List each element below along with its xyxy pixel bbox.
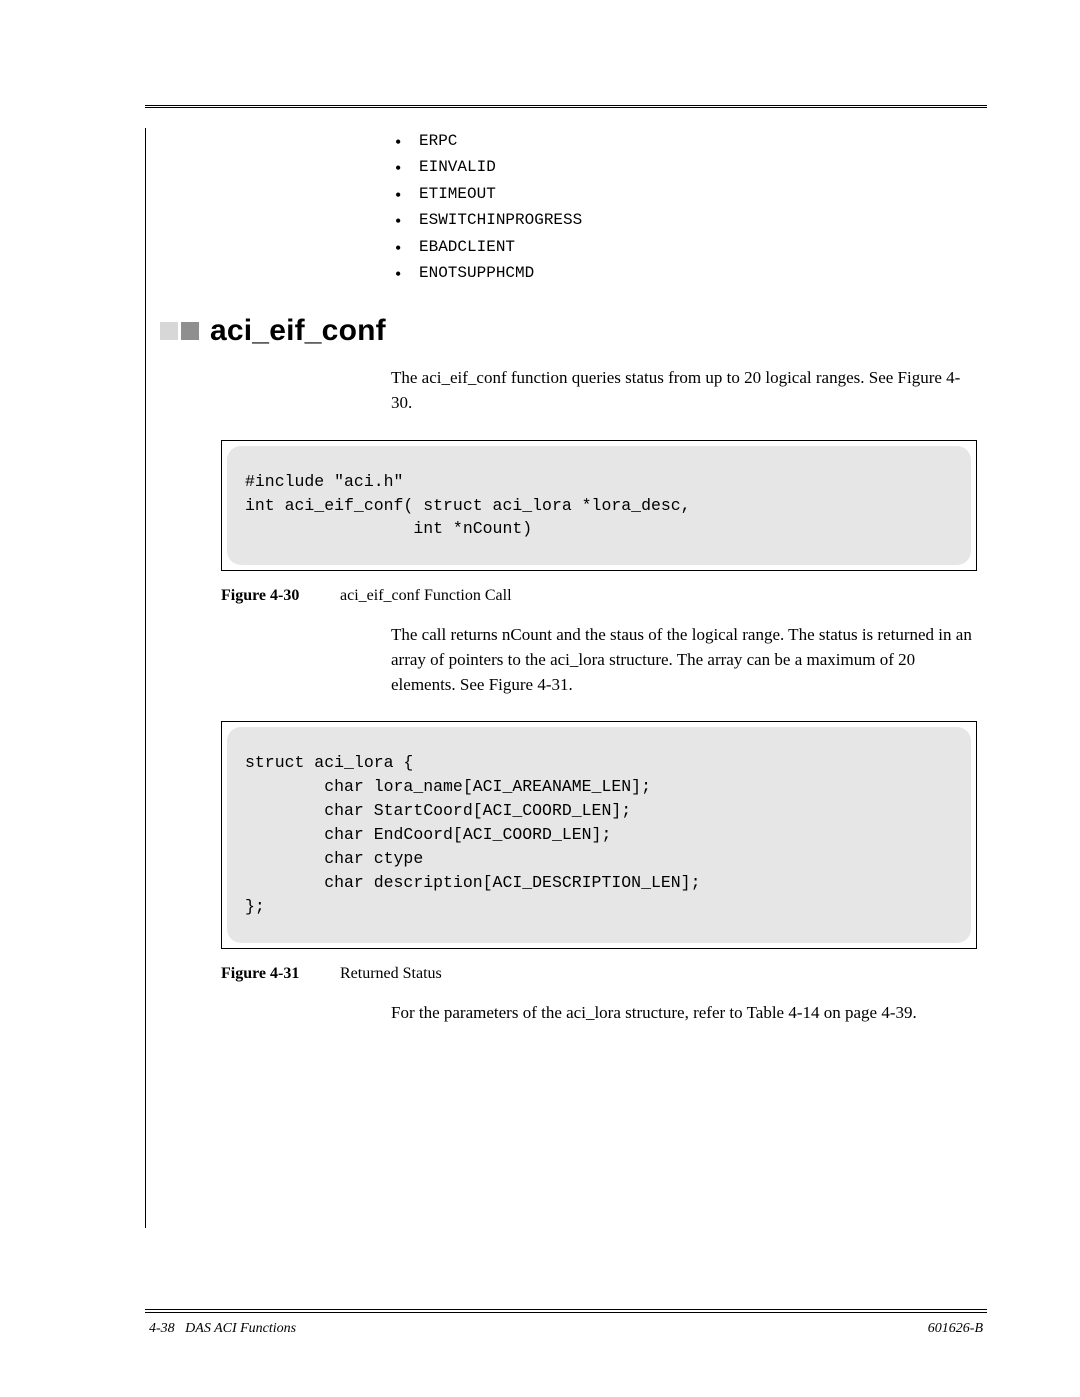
list-item: ERPC bbox=[391, 128, 977, 154]
top-rule bbox=[145, 105, 987, 108]
figure-text: Returned Status bbox=[340, 965, 442, 982]
code-block: #include "aci.h" int aci_eif_conf( struc… bbox=[227, 446, 971, 566]
heading-square-icon bbox=[181, 322, 199, 340]
list-item: EINVALID bbox=[391, 154, 977, 180]
page-number: 4-38 bbox=[149, 1321, 175, 1336]
content-area: ERPC EINVALID ETIMEOUT ESWITCHINPROGRESS… bbox=[145, 128, 987, 1228]
code-block: struct aci_lora { char lora_name[ACI_ARE… bbox=[227, 727, 971, 942]
chapter-name: DAS ACI Functions bbox=[185, 1321, 296, 1336]
error-list-block: ERPC EINVALID ETIMEOUT ESWITCHINPROGRESS… bbox=[391, 128, 977, 286]
section-title: aci_eif_conf bbox=[210, 314, 386, 348]
list-item: EBADCLIENT bbox=[391, 234, 977, 260]
list-item: ETIMEOUT bbox=[391, 181, 977, 207]
code-figure-31: struct aci_lora { char lora_name[ACI_ARE… bbox=[221, 721, 977, 948]
paragraph: The call returns nCount and the staus of… bbox=[391, 623, 977, 697]
figure-label: Figure 4-30 bbox=[221, 587, 336, 605]
code-figure-30: #include "aci.h" int aci_eif_conf( struc… bbox=[221, 440, 977, 572]
footer-rule bbox=[145, 1309, 987, 1315]
footer-doc-id: 601626-B bbox=[928, 1321, 987, 1337]
list-item: ENOTSUPPHCMD bbox=[391, 260, 977, 286]
footer-left: 4-38 DAS ACI Functions bbox=[145, 1321, 296, 1337]
error-list: ERPC EINVALID ETIMEOUT ESWITCHINPROGRESS… bbox=[391, 128, 977, 286]
page-footer: 4-38 DAS ACI Functions 601626-B bbox=[145, 1309, 987, 1337]
figure-caption-30: Figure 4-30 aci_eif_conf Function Call bbox=[221, 587, 987, 605]
paragraph: For the parameters of the aci_lora struc… bbox=[391, 1001, 977, 1026]
figure-caption-31: Figure 4-31 Returned Status bbox=[221, 965, 987, 983]
page-frame: ERPC EINVALID ETIMEOUT ESWITCHINPROGRESS… bbox=[145, 105, 987, 1307]
heading-square-icon bbox=[160, 322, 178, 340]
paragraph: The aci_eif_conf function queries status… bbox=[391, 366, 977, 415]
section-heading: aci_eif_conf bbox=[160, 314, 987, 348]
list-item: ESWITCHINPROGRESS bbox=[391, 207, 977, 233]
figure-text: aci_eif_conf Function Call bbox=[340, 587, 512, 604]
figure-label: Figure 4-31 bbox=[221, 965, 336, 983]
paragraph-block: For the parameters of the aci_lora struc… bbox=[391, 1001, 977, 1026]
intro-paragraph-block: The aci_eif_conf function queries status… bbox=[391, 366, 977, 415]
paragraph-block: The call returns nCount and the staus of… bbox=[391, 623, 977, 697]
